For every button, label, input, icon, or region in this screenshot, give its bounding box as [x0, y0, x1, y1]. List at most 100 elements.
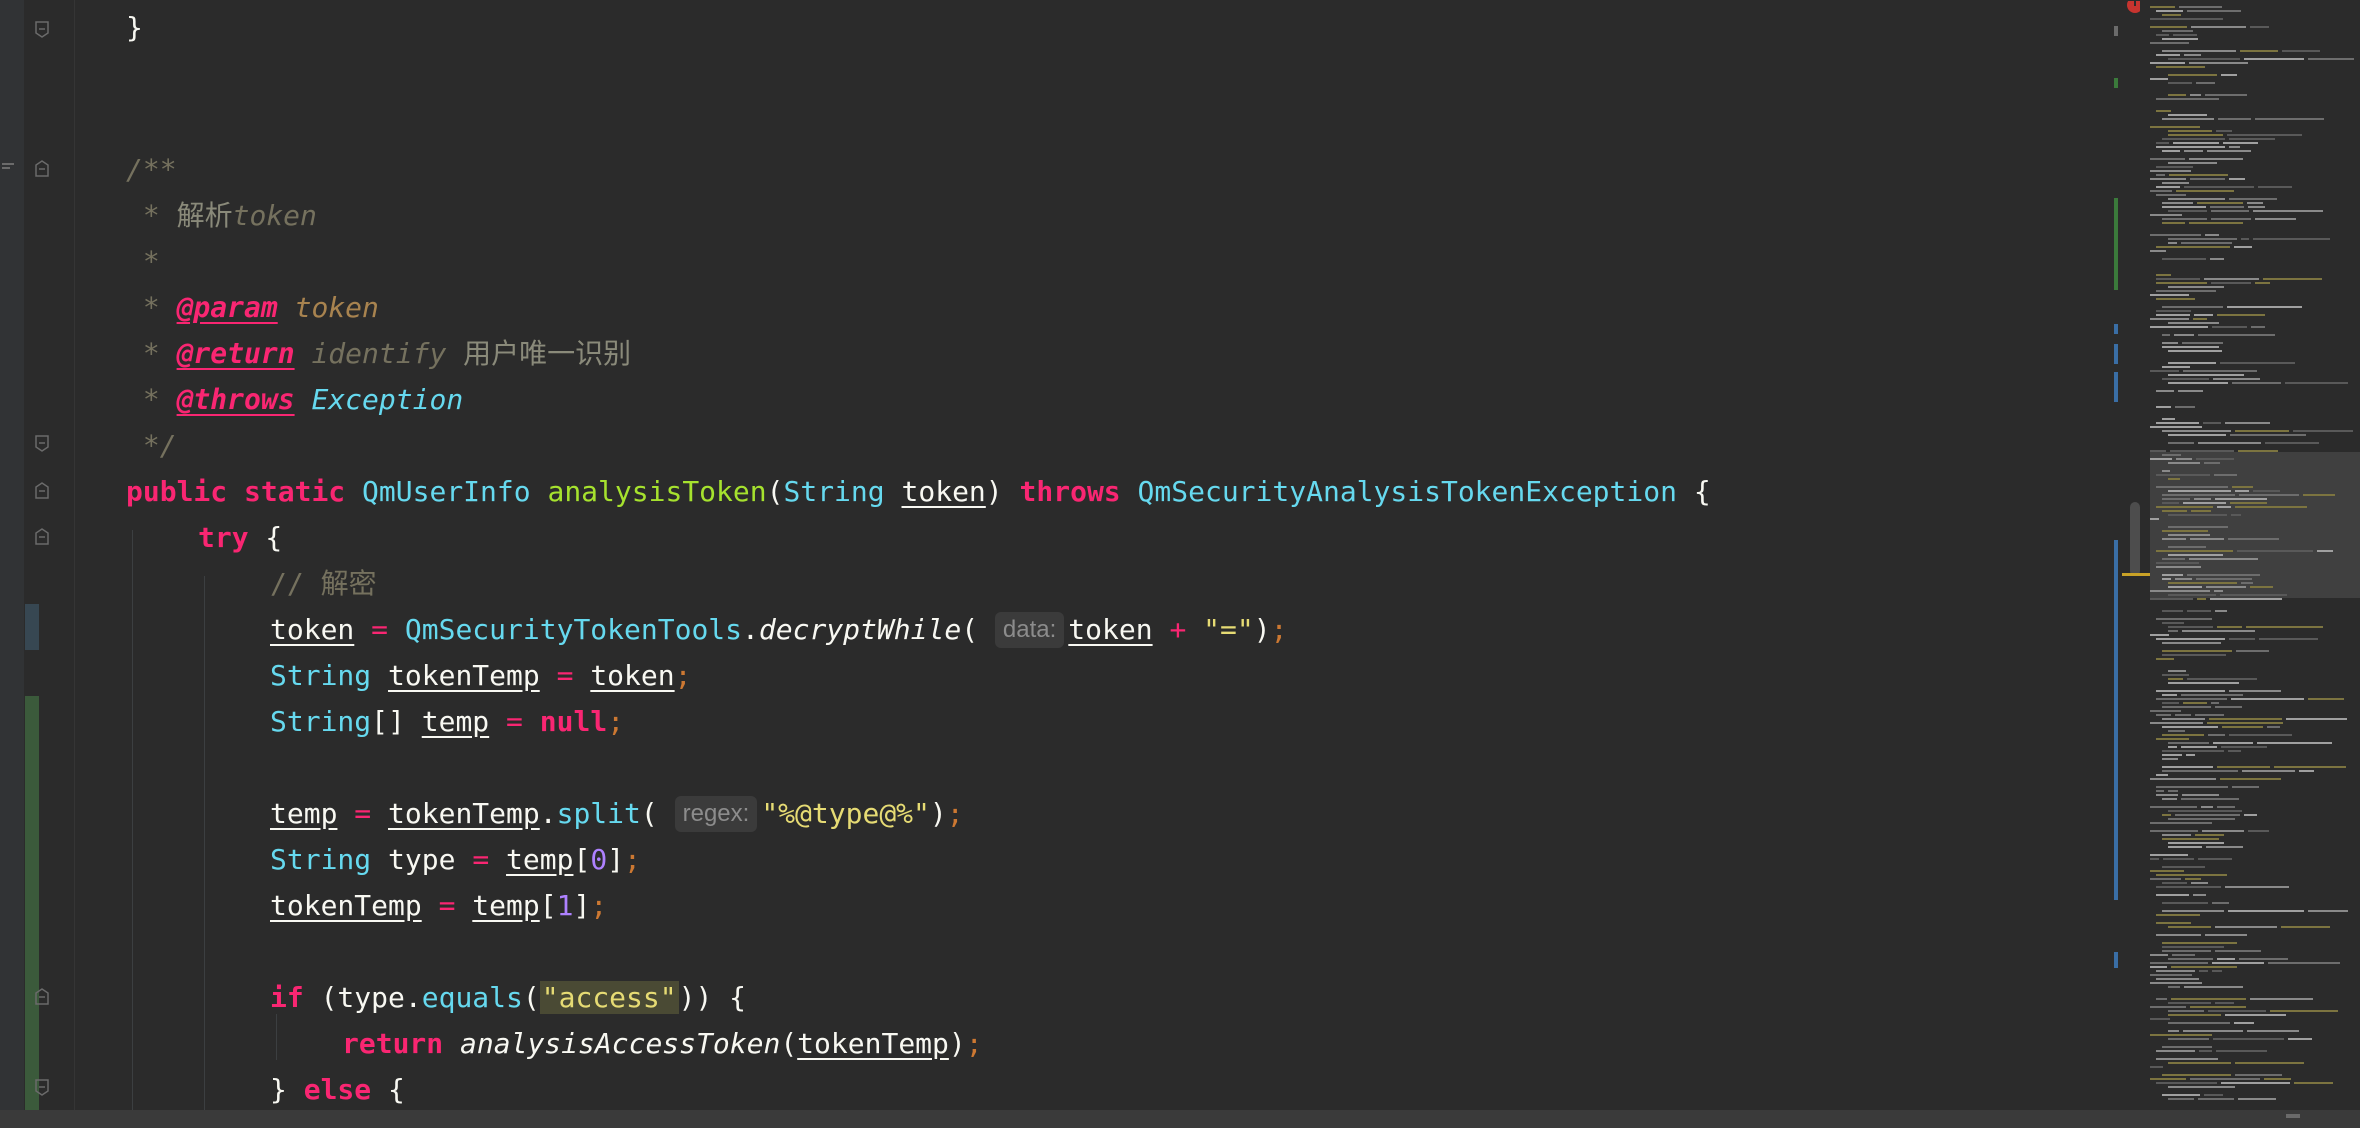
warning-marker[interactable] [2122, 573, 2150, 576]
fold-marker-icon[interactable] [34, 159, 50, 177]
minimap[interactable] [2140, 0, 2360, 1110]
minimap-line [2299, 770, 2314, 772]
fold-marker-icon[interactable] [34, 21, 50, 39]
stripe-marker[interactable] [2114, 78, 2118, 88]
code-line[interactable]: /** [126, 147, 177, 193]
minimap-line [2162, 622, 2184, 624]
code-token: public [126, 475, 228, 508]
code-area[interactable]: } /** * 解析token * * @param token * @retu… [126, 0, 2120, 1110]
minimap-line [2183, 502, 2226, 504]
stripe-marker[interactable] [2114, 540, 2118, 900]
code-line[interactable]: token = QmSecurityTokenTools.decryptWhil… [270, 607, 1287, 653]
vertical-scrollbar-thumb[interactable] [2130, 502, 2140, 576]
code-line[interactable]: * 解析token [126, 193, 317, 239]
code-token: ( [766, 475, 784, 508]
code-line[interactable]: * [126, 239, 160, 285]
minimap-line [2168, 242, 2177, 244]
minimap-line [2162, 182, 2189, 184]
minimap-line [2162, 654, 2226, 656]
stripe-marker[interactable] [2114, 198, 2118, 290]
minimap-line [2207, 150, 2251, 152]
minimap-line [2168, 670, 2186, 672]
minimap-line [2288, 1038, 2312, 1040]
code-line[interactable]: try { [198, 515, 282, 561]
minimap-line [2156, 314, 2190, 316]
fold-marker-icon[interactable] [34, 987, 50, 1005]
minimap-line [2217, 766, 2270, 768]
code-line[interactable]: if (type.equals("access")) { [270, 975, 746, 1021]
minimap-line [2162, 150, 2180, 152]
minimap-line [2189, 222, 2243, 224]
vcs-added-marker[interactable] [25, 696, 39, 1110]
minimap-line [2162, 718, 2205, 720]
minimap-line [2162, 558, 2185, 560]
minimap-line [2197, 202, 2243, 204]
minimap-line [2162, 50, 2236, 52]
minimap-line [2162, 702, 2179, 704]
minimap-line [2168, 746, 2177, 748]
stripe-marker[interactable] [2114, 372, 2118, 384]
minimap-line [2162, 694, 2177, 696]
code-line[interactable]: * @throws Exception [126, 377, 463, 423]
minimap-line [2150, 854, 2188, 856]
code-line[interactable]: String[] temp = null; [270, 699, 624, 745]
minimap-line [2156, 618, 2212, 620]
stripe-marker[interactable] [2114, 384, 2118, 402]
stripe-marker[interactable] [2114, 324, 2118, 334]
minimap-line [2265, 442, 2319, 444]
code-token: tokenTemp [797, 1027, 949, 1060]
vcs-modified-marker[interactable] [25, 604, 39, 650]
stripe-marker[interactable] [2114, 344, 2118, 364]
code-line[interactable]: * @return identify 用户唯一识别 [126, 331, 631, 377]
bookmark-icon[interactable] [2, 158, 14, 170]
code-token: 1 [556, 889, 574, 922]
error-stripe[interactable] [2112, 0, 2120, 1110]
minimap-line [2248, 830, 2269, 832]
stripe-marker[interactable] [2114, 26, 2118, 36]
minimap-line [2156, 914, 2200, 916]
code-token: * [126, 337, 177, 370]
code-line[interactable]: * @param token [126, 285, 379, 331]
minimap-line [2211, 282, 2251, 284]
code-line[interactable]: } [126, 5, 143, 51]
horizontal-scrollbar-thumb[interactable] [2286, 1114, 2300, 1118]
minimap-line [2162, 770, 2238, 772]
minimap-line [2150, 42, 2189, 44]
minimap-line [2162, 138, 2225, 140]
code-token: decryptWhile [758, 613, 962, 646]
fold-marker-icon[interactable] [34, 435, 50, 453]
code-editor[interactable]: } /** * 解析token * * @param token * @retu… [0, 0, 2360, 1128]
code-line[interactable]: return analysisAccessToken(tokenTemp); [342, 1021, 983, 1067]
code-line[interactable]: String tokenTemp = token; [270, 653, 691, 699]
code-line[interactable]: */ [126, 423, 177, 469]
minimap-line [2215, 1002, 2234, 1004]
code-token: ; [624, 843, 641, 876]
code-line[interactable]: tokenTemp = temp[1]; [270, 883, 607, 929]
minimap-line [2255, 282, 2270, 284]
minimap-line [2150, 822, 2212, 824]
minimap-line [2184, 54, 2201, 56]
code-line[interactable]: public static QmUserInfo analysisToken(S… [126, 469, 1711, 515]
minimap-line [2227, 306, 2302, 308]
fold-marker-icon[interactable] [34, 481, 50, 499]
minimap-line [2168, 842, 2224, 844]
code-token: temp [270, 797, 338, 830]
code-line[interactable]: // 解密 [270, 561, 377, 607]
minimap-line [2198, 1098, 2234, 1100]
fold-marker-icon[interactable] [34, 527, 50, 545]
minimap-line [2156, 474, 2210, 476]
code-line[interactable]: temp = tokenTemp.split( regex: "%@type@%"… [270, 791, 964, 837]
minimap-line [2168, 818, 2235, 820]
minimap-line [2190, 1078, 2260, 1080]
minimap-line [2150, 954, 2168, 956]
horizontal-scrollbar[interactable] [0, 1110, 2360, 1128]
stripe-marker[interactable] [2114, 952, 2118, 968]
fold-marker-icon[interactable] [34, 1079, 50, 1097]
code-line[interactable]: String type = temp[0]; [270, 837, 641, 883]
code-line[interactable]: } else { [270, 1067, 405, 1113]
minimap-line [2244, 58, 2304, 60]
